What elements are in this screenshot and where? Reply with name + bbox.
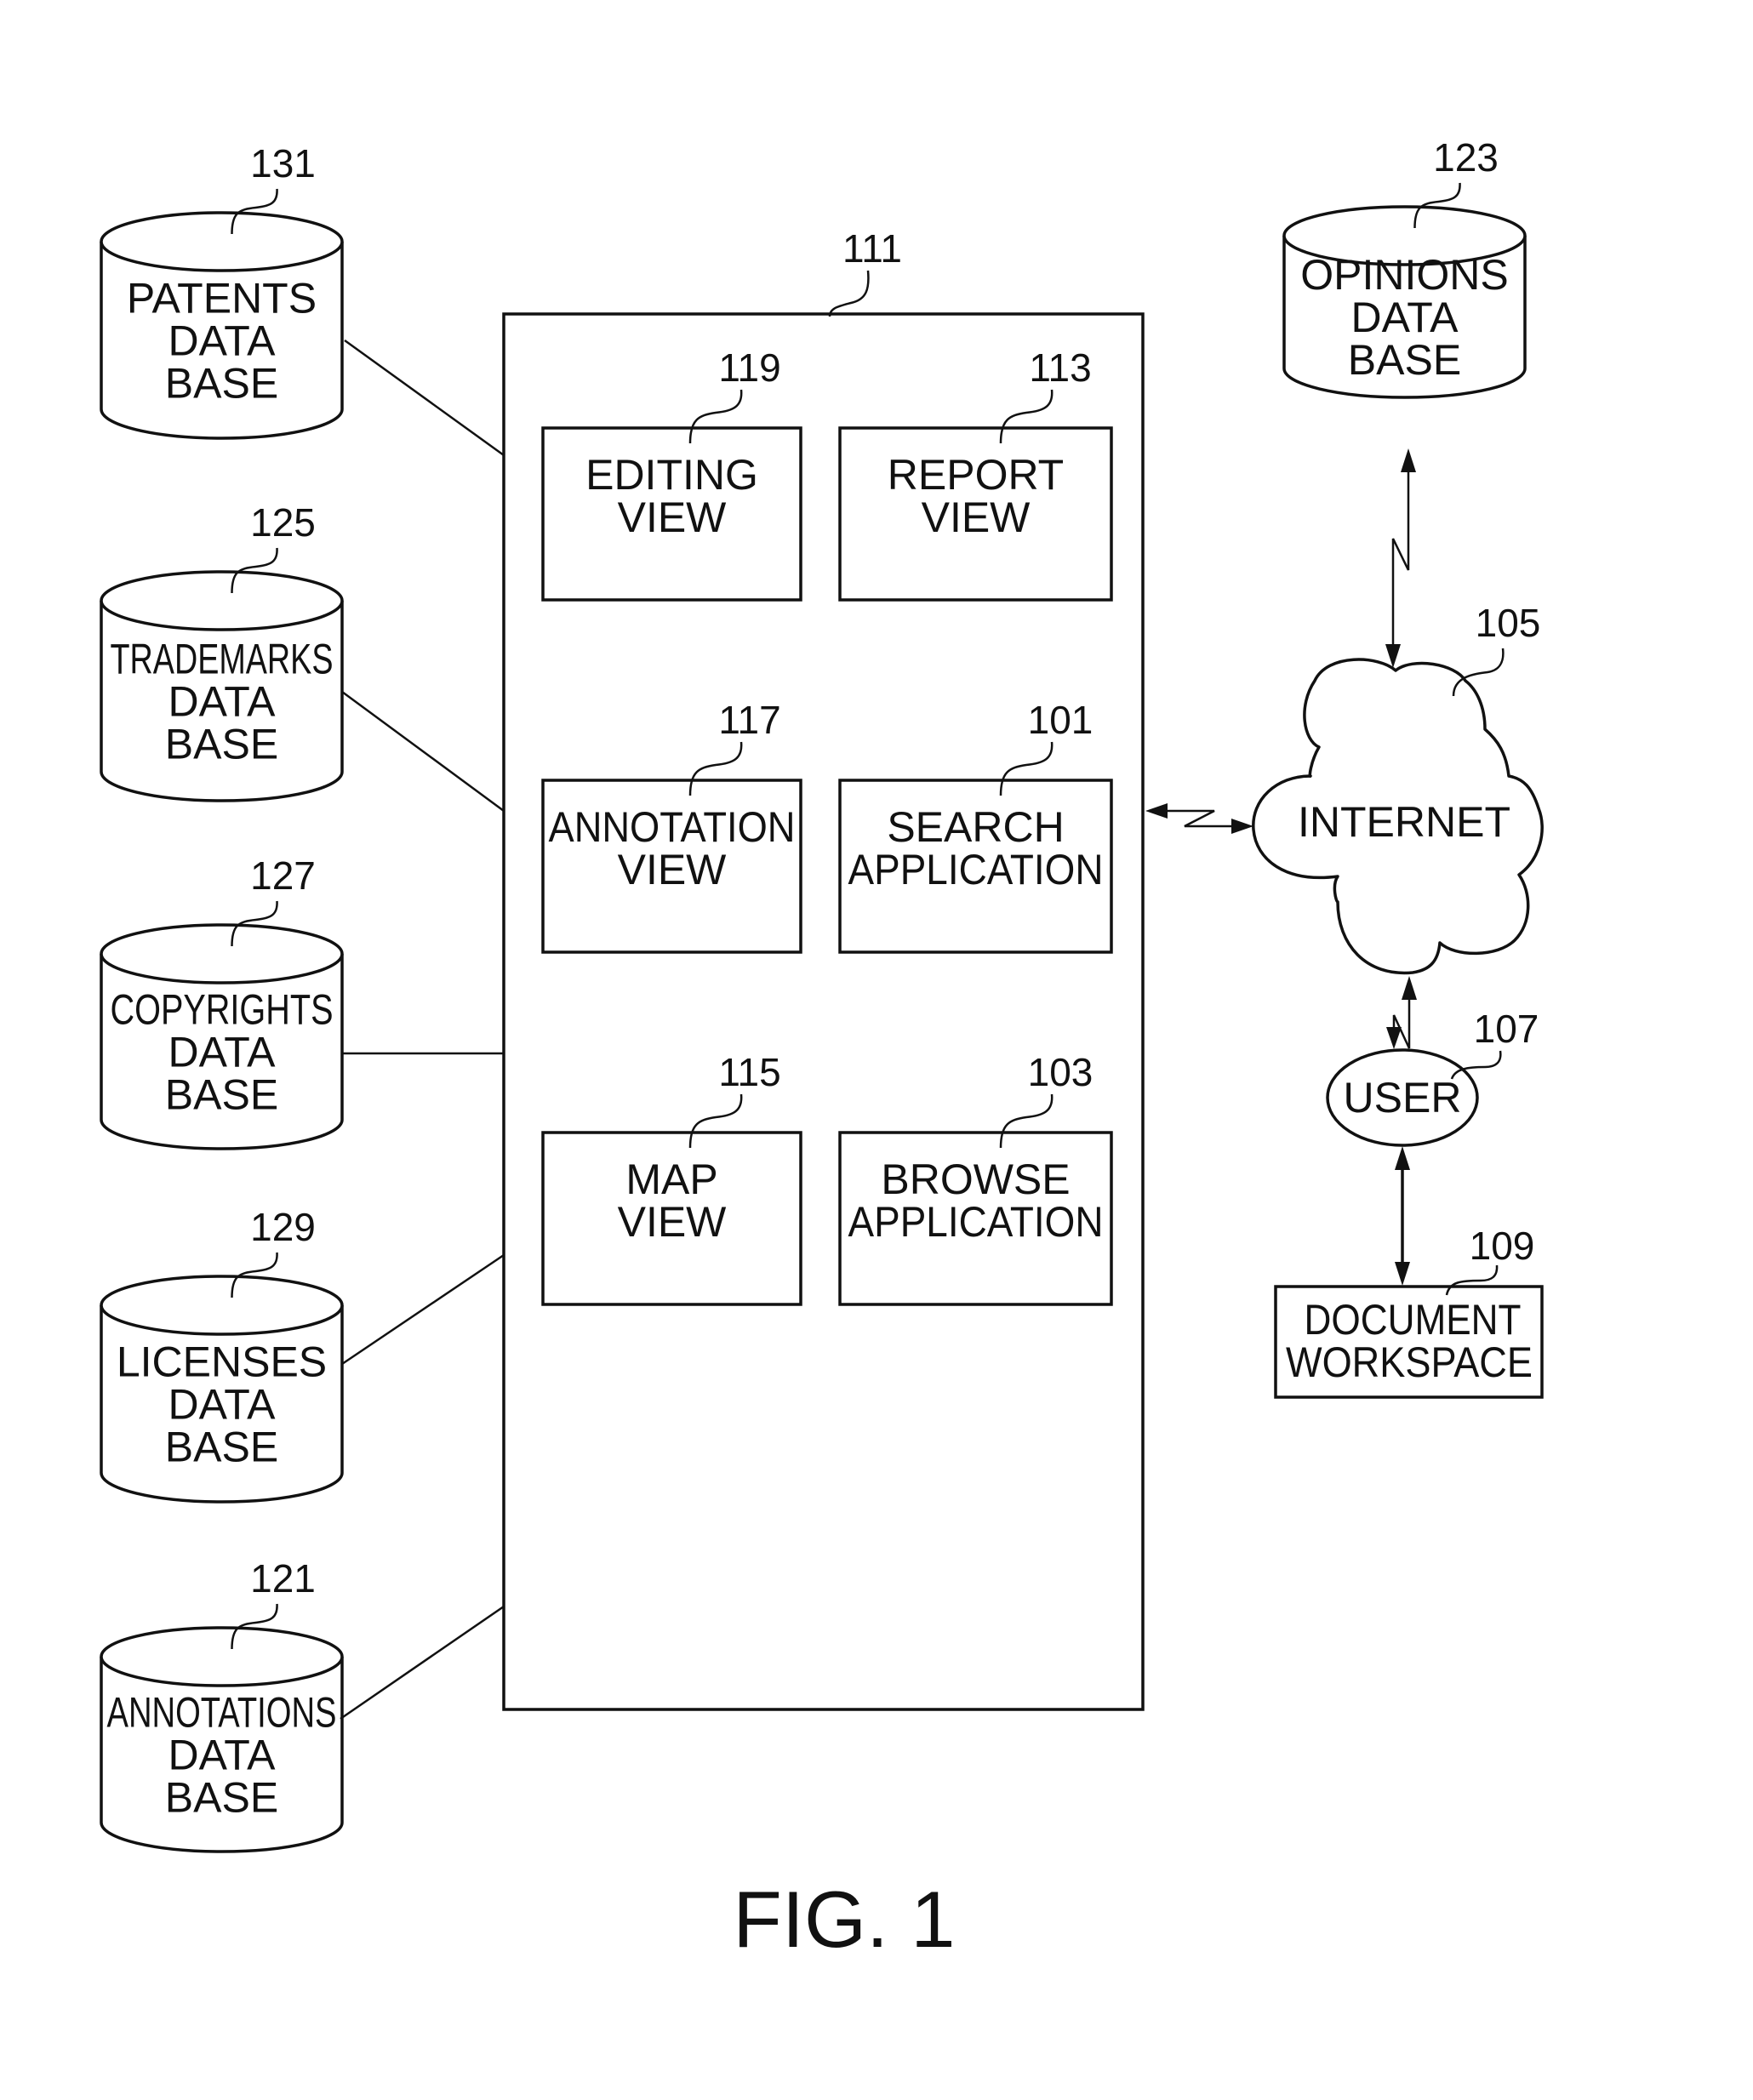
trademarks-connector: [341, 690, 505, 813]
arrow-down-icon: [1386, 1027, 1402, 1049]
trademarks-database-label-line-3: BASE: [165, 721, 278, 768]
arrow-up-icon: [1395, 1146, 1410, 1170]
trademarks-database-label-line-1: TRADEMARKS: [111, 636, 334, 683]
opinions-internet-link: [1385, 448, 1416, 668]
map-view-label-line-1: MAP: [625, 1156, 717, 1203]
search-application-label-line-2: APPLICATION: [848, 846, 1104, 893]
arrow-up-icon: [1401, 448, 1416, 472]
search-application-label-line-1: SEARCH: [887, 803, 1064, 851]
opinions-database-label-line-3: BASE: [1348, 336, 1461, 384]
report-view-label-line-1: REPORT: [888, 451, 1064, 499]
patents-database-label-line-3: BASE: [165, 360, 278, 408]
browse-application-label-line-2: APPLICATION: [848, 1198, 1104, 1246]
internet-ref: 105: [1476, 601, 1541, 645]
copyrights-database-ref: 127: [250, 853, 316, 898]
main-system-leader: [828, 270, 870, 317]
licenses-database-ref: 129: [250, 1205, 316, 1249]
opinions-database-label-line-1: OPINIONS: [1300, 251, 1508, 299]
licenses-connector: [341, 1253, 505, 1366]
main-system-ref: 111: [842, 226, 902, 271]
annotations-connector: [340, 1605, 505, 1721]
left-databases: PATENTSDATABASE131TRADEMARKSDATABASE125C…: [100, 141, 344, 1853]
document-workspace-line-1: DOCUMENT: [1305, 1296, 1522, 1344]
trademarks-database: TRADEMARKSDATABASE 125: [100, 500, 344, 802]
internet-leader: [1452, 648, 1505, 697]
figure-caption: FIG. 1: [733, 1875, 955, 1964]
copyrights-database-label-line-2: DATA: [168, 1029, 277, 1076]
zigzag-link: [1157, 809, 1242, 828]
document-workspace-line-2: WORKSPACE: [1286, 1338, 1533, 1386]
report-view-label-line-2: VIEW: [922, 494, 1031, 541]
copyrights-database: COPYRIGHTSDATABASE 127: [100, 853, 344, 1150]
zigzag-link: [1391, 459, 1410, 653]
opinions-database: OPINIONSDATABASE 123: [1282, 135, 1527, 399]
annotations-database-top: [100, 1626, 344, 1687]
user-node: USER 107: [1326, 1007, 1539, 1147]
internet-user-link: [1386, 976, 1417, 1049]
browse-application-label-line-1: BROWSE: [881, 1156, 1070, 1203]
map-view-ref: 115: [718, 1050, 780, 1094]
arrow-up-icon: [1402, 976, 1417, 1000]
main-system: 111 EDITINGVIEW119REPORTVIEW113ANNOTATIO…: [502, 226, 1145, 1711]
licenses-database-top: [100, 1275, 344, 1336]
licenses-database-label-line-3: BASE: [165, 1424, 278, 1471]
editing-view-ref: 119: [718, 345, 780, 390]
annotations-database: ANNOTATIONSDATABASE 121: [100, 1556, 344, 1853]
browse-application-ref: 103: [1028, 1050, 1093, 1094]
arrow-left-icon: [1145, 803, 1168, 819]
copyrights-database-label-line-3: BASE: [165, 1071, 278, 1119]
system-diagram: 111 EDITINGVIEW119REPORTVIEW113ANNOTATIO…: [100, 135, 1544, 1964]
arrow-right-icon: [1231, 819, 1253, 834]
annotations-database-ref: 121: [250, 1556, 316, 1601]
patents-database-top: [100, 211, 344, 272]
map-view-label-line-2: VIEW: [618, 1198, 728, 1246]
patents-database-ref: 131: [250, 141, 316, 185]
user-workspace-link: [1395, 1146, 1410, 1286]
user-label: USER: [1344, 1074, 1462, 1121]
trademarks-database-top: [100, 570, 344, 631]
annotations-database-label-line-1: ANNOTATIONS: [107, 1689, 337, 1737]
licenses-database: LICENSESDATABASE 129: [100, 1205, 344, 1504]
document-workspace: DOCUMENT WORKSPACE 109: [1274, 1224, 1544, 1399]
patents-database-label-line-2: DATA: [168, 317, 277, 365]
copyrights-database-top: [100, 923, 344, 984]
database-connectors: [340, 339, 505, 1721]
user-ref: 107: [1474, 1007, 1539, 1051]
opinions-database-ref: 123: [1433, 135, 1499, 180]
opinions-database: OPINIONSDATABASE 123: [1282, 135, 1527, 399]
report-view-ref: 113: [1029, 345, 1091, 390]
editing-view-label-line-2: VIEW: [618, 494, 728, 541]
document-workspace-ref: 109: [1470, 1224, 1535, 1268]
internet-label: INTERNET: [1298, 798, 1510, 846]
licenses-database-label-line-2: DATA: [168, 1381, 277, 1429]
annotations-database-label-line-2: DATA: [168, 1732, 277, 1779]
patents-connector: [344, 339, 505, 457]
licenses-database-label-line-1: LICENSES: [117, 1338, 327, 1386]
editing-view-label-line-1: EDITING: [585, 451, 758, 499]
annotation-view-label-line-2: VIEW: [618, 846, 728, 893]
patents-database-label-line-1: PATENTS: [127, 275, 317, 322]
arrow-down-icon: [1395, 1262, 1410, 1286]
annotations-database-label-line-3: BASE: [165, 1774, 278, 1822]
annotation-view-ref: 117: [718, 698, 780, 742]
search-application-ref: 101: [1028, 698, 1093, 742]
trademarks-database-label-line-2: DATA: [168, 678, 277, 726]
opinions-database-label-line-2: DATA: [1351, 294, 1459, 341]
annotation-view-label-line-1: ANNOTATION: [549, 803, 796, 851]
patents-database: PATENTSDATABASE 131: [100, 141, 344, 440]
trademarks-database-ref: 125: [250, 500, 316, 545]
main-internet-link: [1145, 803, 1253, 834]
internet-cloud: INTERNET 105: [1252, 601, 1544, 975]
copyrights-database-label-line-1: COPYRIGHTS: [111, 986, 334, 1034]
